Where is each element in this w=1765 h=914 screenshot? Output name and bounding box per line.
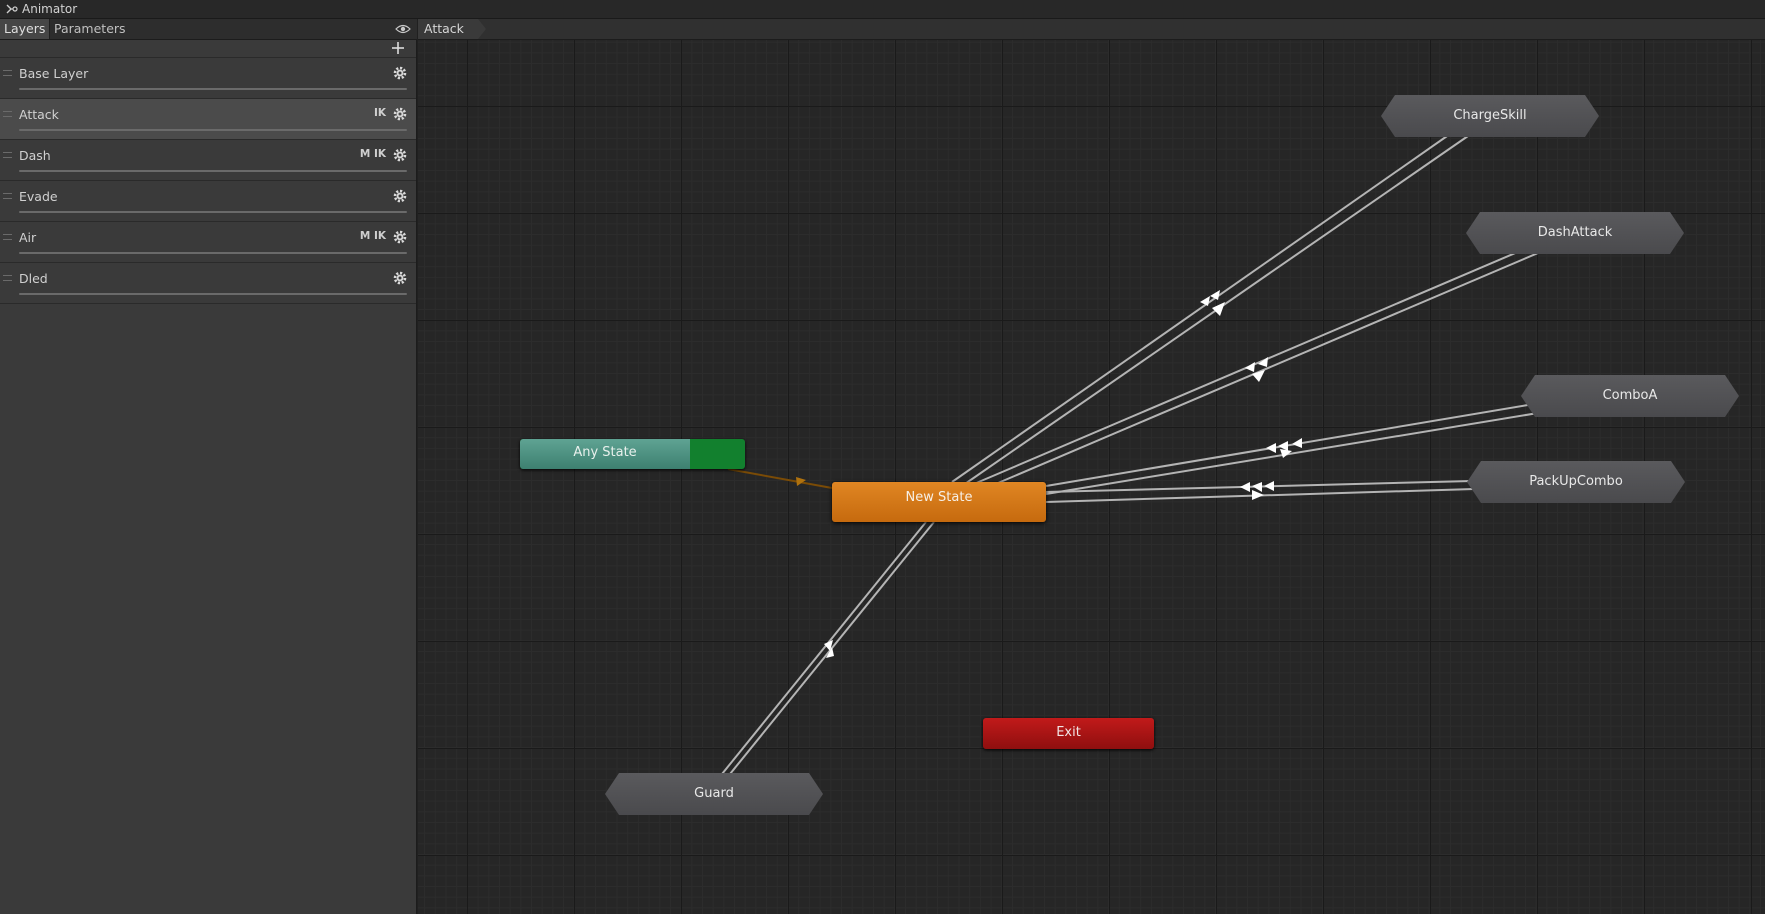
layer-list: Base Layer Attack IK Dash M IK Evade Air… [0,58,416,304]
window-title: Animator [22,2,78,16]
drag-handle-icon[interactable] [3,275,12,281]
tab-layers[interactable]: Layers [0,19,51,39]
layers-panel: Layers Parameters Base Layer Attack IK D… [0,19,417,914]
layer-item-base-layer[interactable]: Base Layer [0,58,416,99]
layer-item-attack[interactable]: Attack IK [0,99,416,140]
gear-icon[interactable] [393,189,407,203]
layer-name: Attack [19,107,59,122]
state-node-packupcombo[interactable]: PackUpCombo [1467,461,1685,503]
state-node-chargeskill[interactable]: ChargeSkill [1381,95,1599,137]
layer-name: Base Layer [19,66,89,81]
add-layer-button[interactable] [390,40,406,57]
breadcrumb-attack[interactable]: Attack [418,19,486,39]
any-state-node[interactable]: Any State [520,439,745,469]
drag-handle-icon[interactable] [3,193,12,199]
layer-item-air[interactable]: Air M IK [0,222,416,263]
eye-icon[interactable] [395,23,411,35]
plus-icon [392,42,404,54]
layer-name: Air [19,230,37,245]
state-node-guard[interactable]: Guard [605,773,823,815]
drag-handle-icon[interactable] [3,70,12,76]
layer-weight-bar [19,211,407,213]
layer-name: Dled [19,271,48,286]
layer-weight-bar [19,170,407,172]
gear-icon[interactable] [393,271,407,285]
state-node-comboa[interactable]: ComboA [1521,375,1739,417]
add-layer-row [0,40,416,58]
layer-weight-bar [19,88,407,90]
breadcrumb-bar: Attack [418,19,1765,40]
drag-handle-icon[interactable] [3,152,12,158]
gear-icon[interactable] [393,230,407,244]
gear-icon[interactable] [393,148,407,162]
layer-item-evade[interactable]: Evade [0,181,416,222]
any-state-label: Any State [520,439,690,469]
layer-name: Dash [19,148,51,163]
gear-icon[interactable] [393,107,407,121]
layer-weight-bar [19,129,407,131]
layer-name: Evade [19,189,58,204]
gear-icon[interactable] [393,66,407,80]
drag-handle-icon[interactable] [3,234,12,240]
animator-icon [6,4,18,14]
layer-flags: IK [373,107,386,119]
new-state-node[interactable]: New State [832,482,1046,522]
panel-tabs: Layers Parameters [0,19,417,40]
layer-flags: M IK [359,148,386,160]
drag-handle-icon[interactable] [3,111,12,117]
layer-item-dled[interactable]: Dled [0,263,416,304]
layer-flags: M IK [359,230,386,242]
layer-weight-bar [19,252,407,254]
tab-parameters[interactable]: Parameters [50,19,130,39]
exit-state-node[interactable]: Exit [983,718,1154,749]
state-node-dashattack[interactable]: DashAttack [1466,212,1684,254]
layer-weight-bar [19,293,407,295]
layer-item-dash[interactable]: Dash M IK [0,140,416,181]
window-titlebar: Animator [0,0,1765,19]
